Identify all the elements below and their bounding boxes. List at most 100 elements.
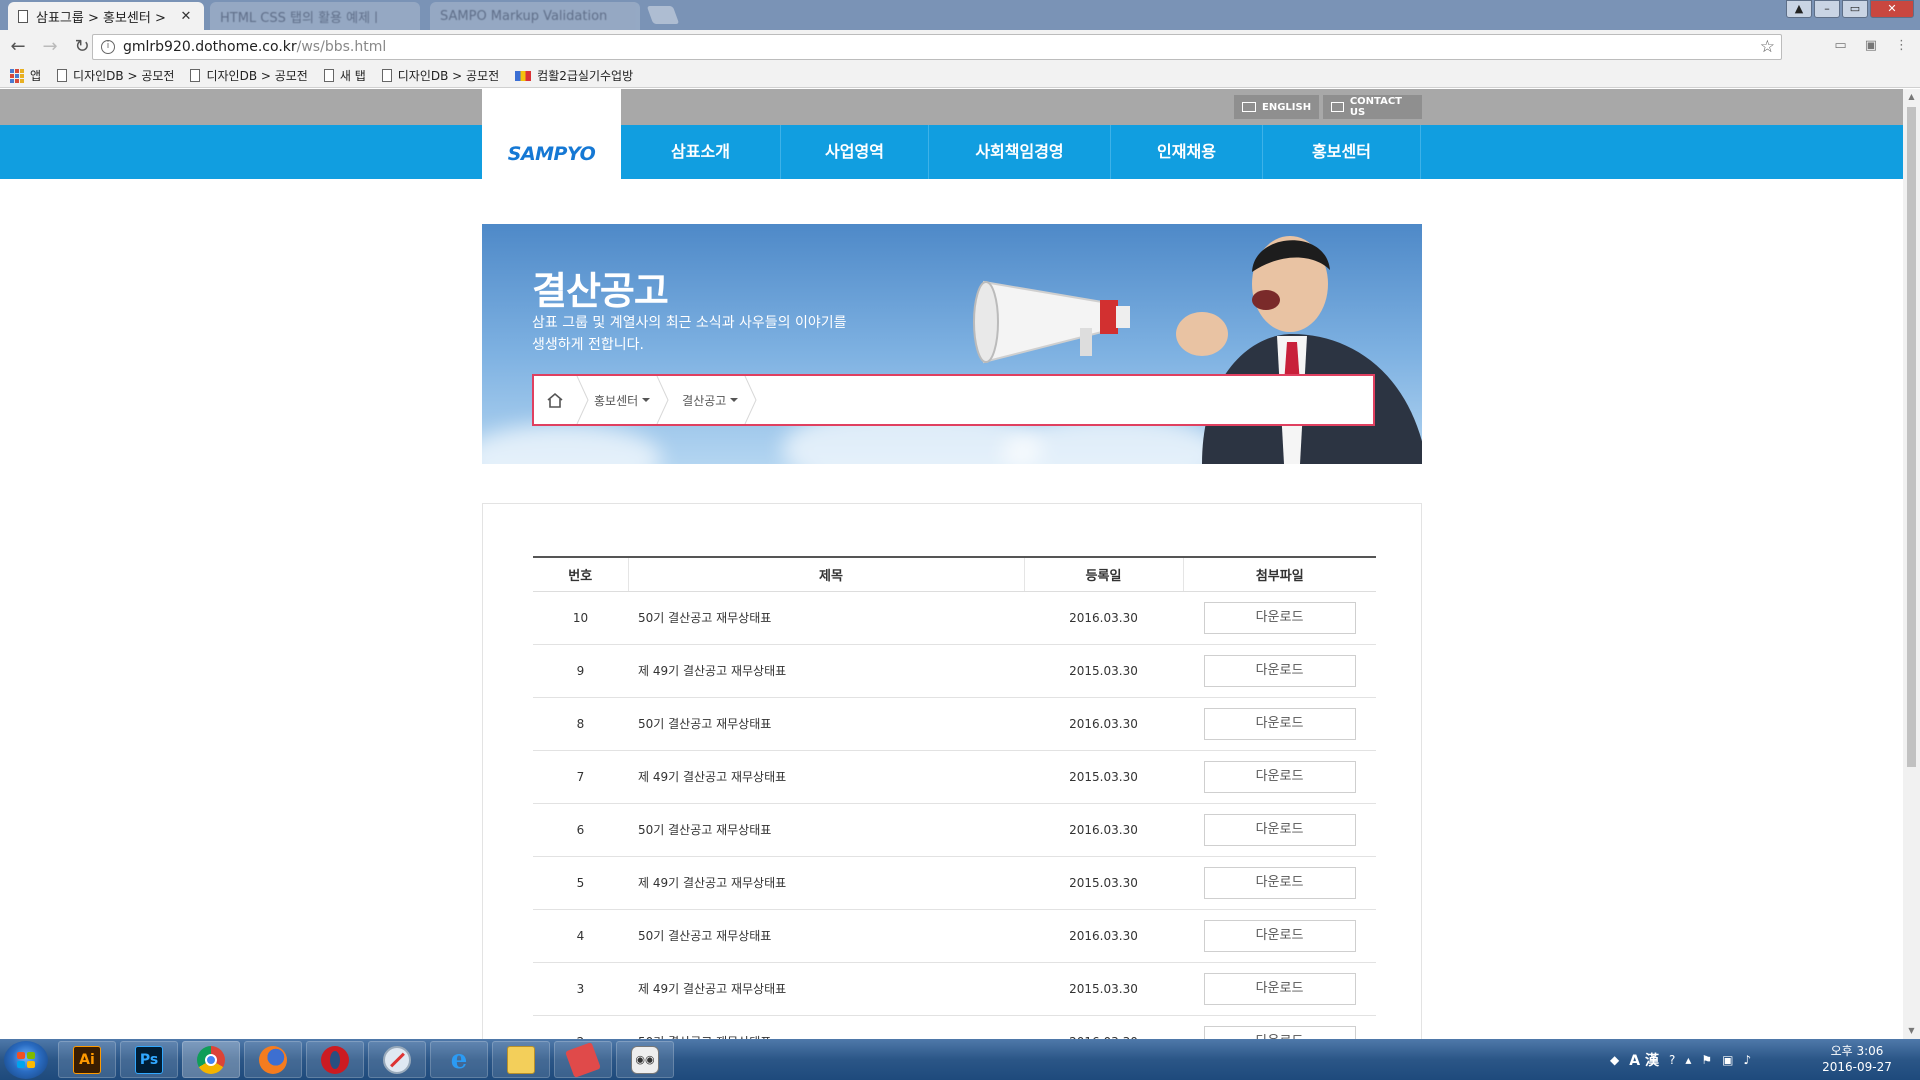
volume-icon[interactable]: ♪: [1743, 1053, 1751, 1067]
taskbar-firefox[interactable]: [244, 1041, 302, 1078]
internet-explorer-icon: e: [450, 1044, 468, 1075]
page-title: 결산공고: [532, 269, 669, 313]
shield-icon[interactable]: ◆: [1610, 1053, 1619, 1067]
download-button[interactable]: 다운로드: [1203, 601, 1356, 634]
bookmark-item[interactable]: 디자인DB > 공모전: [57, 67, 174, 84]
menu-item-csr[interactable]: 사회책임경영: [929, 125, 1111, 179]
download-button[interactable]: 다운로드: [1203, 760, 1356, 793]
bookmark-item[interactable]: 디자인DB > 공모전: [190, 67, 308, 84]
menu-icon[interactable]: ⋮: [1895, 38, 1908, 53]
taskbar-opera[interactable]: [306, 1041, 364, 1078]
logo[interactable]: SAMPYO: [482, 89, 621, 179]
breadcrumb-item-pr[interactable]: 홍보센터: [590, 392, 656, 409]
contact-us-button[interactable]: CONTACT US: [1323, 95, 1422, 119]
english-label: ENGLISH: [1262, 101, 1312, 113]
forward-icon[interactable]: →: [36, 33, 64, 61]
row-title-link[interactable]: 50기 결산공고 재무상태표: [628, 803, 1024, 857]
bookmark-item[interactable]: 새 탭: [323, 67, 366, 84]
extension-icon[interactable]: ▣: [1865, 38, 1877, 53]
download-button[interactable]: 다운로드: [1203, 654, 1356, 687]
colorful-bookmark-icon: [515, 70, 532, 81]
tab-inactive[interactable]: SAMPO Markup Validation: [430, 2, 640, 30]
flag-icon[interactable]: ⚑: [1701, 1053, 1712, 1067]
row-title-link[interactable]: 50기 결산공고 재무상태표: [628, 909, 1024, 963]
row-attachment: 다운로드: [1183, 909, 1376, 963]
row-title-link[interactable]: 제 49기 결산공고 재무상태표: [628, 644, 1024, 698]
scroll-up-icon[interactable]: ▲: [1907, 93, 1916, 101]
table-row: 9제 49기 결산공고 재무상태표 2015.03.30 다운로드: [533, 644, 1376, 698]
bookmark-item[interactable]: 디자인DB > 공모전: [381, 67, 500, 84]
row-title-link[interactable]: 제 49기 결산공고 재무상태표: [628, 856, 1024, 910]
businessman-image: [1176, 236, 1422, 464]
scrollbar[interactable]: ▲ ▼: [1903, 89, 1920, 1039]
menu-item-business[interactable]: 사업영역: [781, 125, 929, 179]
row-number: 7: [533, 750, 628, 804]
table-row: 3제 49기 결산공고 재무상태표 2015.03.30 다운로드: [533, 962, 1376, 1016]
cast-icon[interactable]: ▭: [1834, 38, 1846, 53]
ime-indicator[interactable]: A 漢: [1629, 1050, 1659, 1070]
clock[interactable]: 오후 3:06 2016-09-27: [1812, 1043, 1902, 1075]
row-attachment: 다운로드: [1183, 591, 1376, 645]
back-icon[interactable]: ←: [4, 33, 32, 61]
url-path: /ws/bbs.html: [296, 39, 387, 55]
download-button[interactable]: 다운로드: [1203, 707, 1356, 740]
taskbar-safari[interactable]: [368, 1041, 426, 1078]
bookmark-label: 새 탭: [339, 69, 366, 83]
taskbar-paint[interactable]: [554, 1041, 612, 1078]
table-row: 10 50기 결산공고 재무상태표 2016.03.30 다운로드: [533, 591, 1376, 645]
scroll-down-icon[interactable]: ▼: [1907, 1027, 1916, 1035]
tab-active[interactable]: 삼표그룹 > 홍보센터 > ✕: [8, 2, 204, 30]
minimize-button[interactable]: –: [1814, 0, 1840, 18]
download-button[interactable]: 다운로드: [1203, 866, 1356, 899]
menu-item-recruit[interactable]: 인재채용: [1111, 125, 1263, 179]
english-button[interactable]: ENGLISH: [1234, 95, 1320, 119]
user-icon[interactable]: ▲: [1786, 0, 1812, 18]
taskbar-chrome[interactable]: [182, 1041, 240, 1078]
tab-inactive[interactable]: HTML CSS 탭의 활용 예제ㅣ: [210, 2, 420, 30]
scroll-thumb[interactable]: [1907, 107, 1916, 767]
close-window-button[interactable]: ✕: [1870, 0, 1914, 18]
page-icon: [18, 9, 28, 23]
column-header-attachment: 첨부파일: [1183, 556, 1376, 592]
maximize-button[interactable]: ▭: [1842, 0, 1868, 18]
row-title-link[interactable]: 50기 결산공고 재무상태표: [628, 591, 1024, 645]
download-button[interactable]: 다운로드: [1203, 972, 1356, 1005]
column-header-number: 번호: [533, 556, 629, 592]
row-attachment: 다운로드: [1183, 750, 1376, 804]
start-button[interactable]: [4, 1041, 48, 1079]
row-date: 2016.03.30: [1024, 1015, 1183, 1039]
row-title-link[interactable]: 50기 결산공고 재무상태표: [628, 1015, 1024, 1039]
info-icon[interactable]: i: [101, 40, 115, 54]
bookmark-star-icon[interactable]: ☆: [1760, 37, 1775, 57]
address-bar[interactable]: i gmlrb920.dothome.co.kr/ws/bbs.html ☆: [92, 34, 1782, 60]
row-title-link[interactable]: 제 49기 결산공고 재무상태표: [628, 962, 1024, 1016]
taskbar-ie[interactable]: e: [430, 1041, 488, 1078]
breadcrumb-item-notice[interactable]: 결산공고: [678, 392, 744, 409]
bookmark-item[interactable]: 컴활2급실기수업방: [515, 67, 633, 84]
paint-icon: [565, 1041, 601, 1078]
system-tray: ◆ A 漢 ? ▴ ⚑ ▣ ♪: [1610, 1043, 1751, 1077]
download-button[interactable]: 다운로드: [1203, 919, 1356, 952]
tray-expand-icon[interactable]: ▴: [1685, 1053, 1691, 1067]
row-title-link[interactable]: 50기 결산공고 재무상태표: [628, 697, 1024, 751]
help-icon[interactable]: ?: [1669, 1053, 1675, 1067]
taskbar-explorer[interactable]: [492, 1041, 550, 1078]
menu-item-pr[interactable]: 홍보센터: [1263, 125, 1421, 179]
row-title-link[interactable]: 제 49기 결산공고 재무상태표: [628, 750, 1024, 804]
new-tab-button[interactable]: [646, 6, 680, 24]
download-button[interactable]: 다운로드: [1203, 1025, 1356, 1039]
home-icon[interactable]: [534, 376, 576, 424]
close-tab-icon[interactable]: ✕: [178, 9, 194, 24]
page-icon: [57, 69, 68, 82]
taskbar-photoshop[interactable]: Ps: [120, 1041, 178, 1078]
breadcrumb: 홍보센터 결산공고: [532, 374, 1375, 426]
menu-item-about[interactable]: 삼표소개: [621, 125, 781, 179]
row-date: 2016.03.30: [1024, 803, 1183, 857]
network-icon[interactable]: ▣: [1722, 1053, 1733, 1067]
taskbar-game[interactable]: ◉◉: [616, 1041, 674, 1078]
bookmark-label: 디자인DB > 공모전: [397, 69, 500, 83]
taskbar-illustrator[interactable]: Ai: [58, 1041, 116, 1078]
table-header-row: 번호 제목 등록일 첨부파일: [533, 556, 1376, 592]
bookmark-apps[interactable]: 앱: [10, 67, 41, 84]
download-button[interactable]: 다운로드: [1203, 813, 1356, 846]
